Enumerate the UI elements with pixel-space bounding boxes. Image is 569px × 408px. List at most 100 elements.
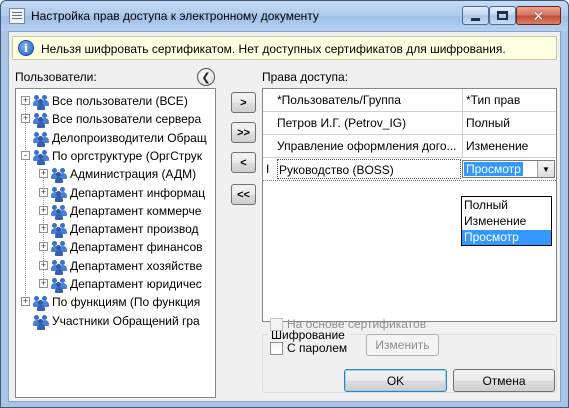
tree-item[interactable]: + Администрация (АДМ) xyxy=(16,165,215,184)
row-user: Петров И.Г. (Petrov_IG) xyxy=(277,116,407,130)
user-group-icon xyxy=(32,294,50,312)
table-row[interactable]: Управление оформления дого... Изменение xyxy=(263,135,556,158)
column-divider xyxy=(462,89,463,111)
user-group-icon xyxy=(50,258,68,275)
change-password-button[interactable]: Изменить xyxy=(366,334,439,356)
tree-item[interactable]: + Департамент информац xyxy=(16,184,215,202)
rights-type-dropdown[interactable]: Полный Изменение Просмотр xyxy=(461,196,552,246)
grid-header: *Пользователь/Группа *Тип прав xyxy=(263,89,556,112)
users-label: Пользователи: xyxy=(15,70,97,84)
info-bar: i Нельзя шифровать сертификатом. Нет дос… xyxy=(12,36,557,60)
tree-item[interactable]: + По функциям (По функция xyxy=(16,293,215,312)
dropdown-option-full[interactable]: Полный xyxy=(462,198,551,213)
tree-item[interactable]: Участники Обращений гра xyxy=(16,312,215,330)
tree-item-label: По оргструктуре (ОргСтрук xyxy=(52,148,203,163)
expand-node-icon[interactable]: + xyxy=(39,242,48,252)
tree-item[interactable]: + Все пользователи (ВСЕ) xyxy=(16,92,215,110)
tree-item[interactable]: + Департамент юридичес xyxy=(16,275,215,293)
close-button[interactable]: ✕ xyxy=(516,6,561,25)
user-group-icon xyxy=(32,130,50,147)
remove-all-button[interactable]: << xyxy=(231,184,256,205)
cancel-button[interactable]: Отмена xyxy=(453,369,555,392)
info-message: Нельзя шифровать сертификатом. Нет досту… xyxy=(41,42,506,56)
tree-item-label: Делопроизводители Обращ xyxy=(52,130,207,145)
add-all-button[interactable]: >> xyxy=(231,122,256,143)
expand-node-icon[interactable]: + xyxy=(39,224,48,234)
tree-item-label: Департамент коммерче xyxy=(70,203,202,218)
tree-item[interactable]: + Все пользователи сервера xyxy=(16,110,215,129)
tree-item-label: Департамент финансов xyxy=(70,240,203,255)
row-user: Управление оформления дого... xyxy=(277,139,457,153)
tree-item-label: Администрация (АДМ) xyxy=(70,167,197,182)
table-row-active[interactable]: I Руководство (BOSS) Просмотр ▼ xyxy=(263,158,556,181)
user-group-icon xyxy=(50,276,68,293)
expand-node-icon[interactable]: + xyxy=(21,96,30,105)
tree-item[interactable]: + Департамент хозяйстве xyxy=(16,257,215,275)
tree-item-label: По функциям (По функция xyxy=(52,295,201,310)
tree-item[interactable]: - По оргструктуре (ОргСтрук xyxy=(16,147,215,165)
user-group-icon xyxy=(50,185,68,202)
tree-item[interactable]: + Департамент производ xyxy=(16,220,215,239)
ok-button[interactable]: OK xyxy=(344,369,447,392)
row-edit-marker: I xyxy=(266,162,270,176)
remove-button[interactable]: < xyxy=(231,152,256,173)
tree-item[interactable]: + Департамент коммерче xyxy=(16,202,215,220)
user-group-icon xyxy=(32,148,50,165)
chevron-down-icon: ▼ xyxy=(542,164,550,174)
expand-node-icon[interactable]: + xyxy=(39,169,48,179)
window-title: Настройка прав доступа к электронному до… xyxy=(31,9,319,23)
tree-item-label: Департамент информац xyxy=(70,185,206,200)
expand-node-icon[interactable]: + xyxy=(39,187,48,197)
tree-item-label: Участники Обращений гра xyxy=(52,313,200,328)
title-bar[interactable]: Настройка прав доступа к электронному до… xyxy=(1,1,568,31)
dropdown-option-view[interactable]: Просмотр xyxy=(462,230,551,245)
password-checkbox-label: С паролем xyxy=(287,341,348,355)
expand-node-icon[interactable]: + xyxy=(39,279,48,288)
tree-item[interactable]: + Департамент финансов xyxy=(16,238,215,257)
combo-value: Просмотр xyxy=(464,162,523,176)
info-icon: i xyxy=(18,40,34,56)
row-type: Полный xyxy=(466,116,510,130)
user-group-icon xyxy=(50,239,68,257)
column-divider xyxy=(462,112,463,134)
tree-item-label: Департамент хозяйстве xyxy=(70,258,203,273)
minimize-icon xyxy=(471,18,480,21)
expand-node-icon[interactable]: + xyxy=(21,114,30,124)
dialog-window: Настройка прав доступа к электронному до… xyxy=(0,0,569,408)
expand-node-icon[interactable]: + xyxy=(21,297,30,307)
close-icon: ✕ xyxy=(532,7,545,24)
dropdown-option-change[interactable]: Изменение xyxy=(462,214,551,229)
user-group-icon xyxy=(50,221,68,239)
minimize-button[interactable] xyxy=(462,6,489,25)
collapse-node-icon[interactable]: - xyxy=(21,150,30,160)
users-tree[interactable]: + Все пользователи (ВСЕ) + Все пользователи… xyxy=(15,88,216,398)
user-group-icon xyxy=(50,203,68,220)
row-marker xyxy=(266,112,276,134)
collapse-panel-button[interactable]: ❮ xyxy=(197,68,215,86)
user-group-icon xyxy=(32,313,50,330)
maximize-button[interactable] xyxy=(489,6,516,25)
tree-item[interactable]: Делопроизводители Обращ xyxy=(16,129,215,147)
user-group-icon xyxy=(32,111,50,129)
maximize-icon xyxy=(497,11,508,20)
row-type: Изменение xyxy=(466,139,529,153)
cert-checkbox[interactable] xyxy=(270,318,283,331)
password-checkbox[interactable] xyxy=(270,342,283,355)
tree-item-label: Все пользователи сервера xyxy=(52,112,202,127)
tree-item-label: Все пользователи (ВСЕ) xyxy=(52,94,188,108)
dropdown-button[interactable]: ▼ xyxy=(537,161,554,177)
rights-type-combobox[interactable]: Просмотр ▼ xyxy=(462,160,555,178)
cert-checkbox-label: На основе сертификатов xyxy=(287,317,427,331)
expand-node-icon[interactable]: + xyxy=(39,260,48,270)
column-header-user[interactable]: *Пользователь/Группа xyxy=(277,89,463,111)
document-icon xyxy=(9,8,25,24)
dialog-client-area: i Нельзя шифровать сертификатом. Нет дос… xyxy=(8,31,561,402)
add-button[interactable]: > xyxy=(231,92,256,113)
chevron-left-icon: ❮ xyxy=(201,71,211,84)
table-row[interactable]: Петров И.Г. (Petrov_IG) Полный xyxy=(263,112,556,135)
column-header-type[interactable]: *Тип прав xyxy=(466,89,556,111)
row-marker xyxy=(266,135,276,157)
user-group-icon xyxy=(32,93,50,110)
expand-node-icon[interactable]: + xyxy=(39,205,48,215)
tree-item-label: Департамент юридичес xyxy=(70,277,202,291)
